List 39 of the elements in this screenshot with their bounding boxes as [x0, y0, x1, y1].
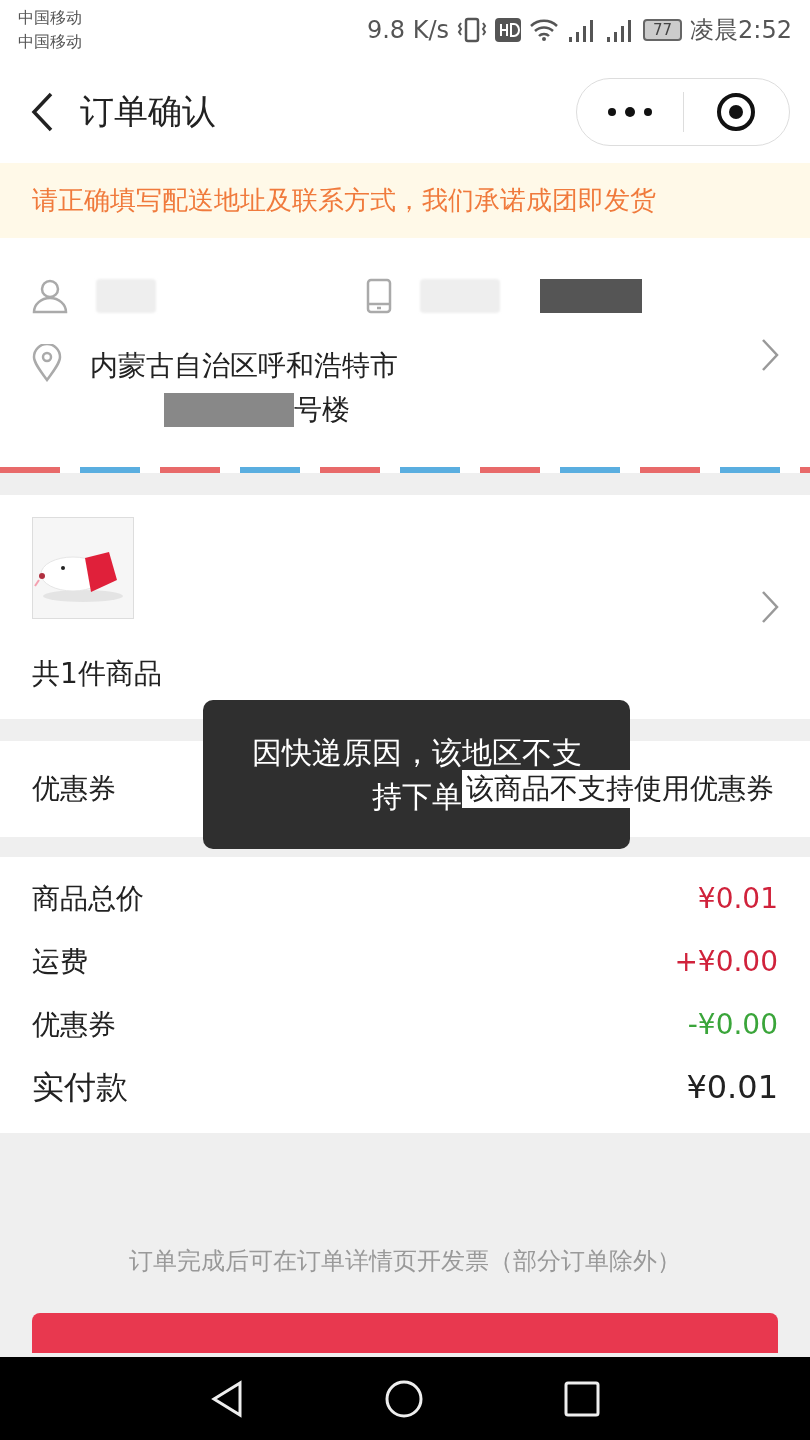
summary-label: 运费	[32, 944, 88, 980]
summary-label: 实付款	[32, 1068, 128, 1107]
home-nav-button[interactable]	[384, 1378, 424, 1419]
chevron-right-icon	[760, 590, 780, 624]
wifi-icon	[529, 18, 559, 42]
address-card[interactable]: 内蒙古自治区呼和浩特市 号楼	[0, 238, 810, 473]
vibrate-icon	[457, 17, 487, 43]
phone-icon	[366, 278, 392, 314]
hd-icon	[495, 18, 521, 42]
product-card[interactable]: 共1件商品	[0, 495, 810, 719]
recents-nav-button[interactable]	[564, 1380, 600, 1417]
carrier-name: 中国移动	[18, 7, 82, 29]
summary-label: 优惠券	[32, 1007, 116, 1043]
address-line: 号楼	[294, 392, 350, 428]
summary-value: -¥0.00	[687, 1007, 778, 1043]
home-icon	[384, 1378, 424, 1419]
battery-level: 77	[643, 19, 683, 41]
location-pin-icon	[32, 344, 62, 382]
invoice-note: 订单完成后可在订单详情页开发票（部分订单除外）	[129, 1246, 681, 1277]
notice-banner: 请正确填写配送地址及联系方式，我们承诺成团即发货	[0, 163, 810, 238]
summary-value: +¥0.00	[674, 944, 778, 980]
close-icon	[716, 91, 757, 132]
chevron-right-icon	[760, 338, 780, 372]
address-line: 内蒙古自治区呼和浩特市	[90, 348, 398, 384]
network-speed: 9.8 K/s	[366, 16, 449, 44]
clock: 凌晨2:52	[690, 15, 792, 46]
coupon-label: 优惠券	[32, 771, 116, 807]
back-icon[interactable]	[30, 91, 54, 132]
person-icon	[32, 278, 68, 314]
recents-icon	[564, 1380, 600, 1417]
summary-value: ¥0.01	[697, 881, 778, 917]
page-title: 订单确认	[80, 89, 217, 133]
back-icon	[210, 1379, 244, 1418]
item-count: 共1件商品	[32, 656, 163, 692]
carrier-name: 中国移动	[18, 31, 82, 53]
summary-label: 商品总价	[32, 881, 144, 917]
more-icon	[606, 106, 653, 117]
back-nav-button[interactable]	[210, 1379, 244, 1418]
summary-value: ¥0.01	[686, 1068, 778, 1107]
